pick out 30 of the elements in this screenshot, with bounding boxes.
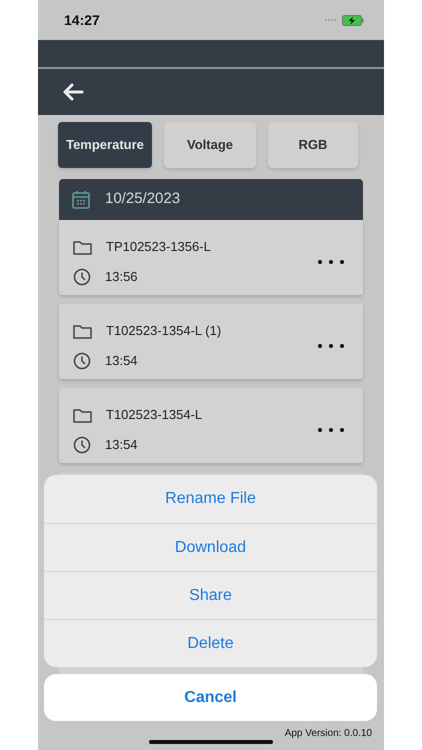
clock-icon xyxy=(73,268,91,286)
folder-icon xyxy=(73,406,92,424)
action-button[interactable]: Share xyxy=(44,571,377,619)
app-version: App Version: 0.0.10 xyxy=(284,727,372,741)
cancel-button[interactable]: Cancel xyxy=(44,674,377,721)
back-button[interactable] xyxy=(62,83,84,101)
back-icon xyxy=(62,83,84,101)
clock-icon xyxy=(73,436,91,454)
calendar-icon xyxy=(71,190,91,210)
signal-icon xyxy=(324,18,338,22)
more-icon xyxy=(317,259,345,265)
status-time: 14:27 xyxy=(64,10,100,30)
action-button[interactable]: Rename File xyxy=(44,475,377,523)
file-name: T102523-1354-L xyxy=(106,406,202,424)
action-button[interactable]: Delete xyxy=(44,619,377,667)
date-text: 10/25/2023 xyxy=(105,189,180,210)
file-time: 13:56 xyxy=(105,268,138,286)
folder-icon xyxy=(73,238,92,256)
tab[interactable]: RGB xyxy=(268,122,358,168)
tab[interactable]: Temperature xyxy=(58,122,152,168)
file-time: 13:54 xyxy=(105,352,138,370)
clock-icon xyxy=(73,352,91,370)
more-icon xyxy=(317,343,345,349)
action-button[interactable]: Download xyxy=(44,523,377,571)
file-name: T102523-1354-L (1) xyxy=(106,322,222,340)
more-icon xyxy=(317,427,345,433)
file-time: 13:54 xyxy=(105,436,138,454)
tab[interactable]: Voltage xyxy=(164,122,256,168)
file-name: TP102523-1356-L xyxy=(106,238,211,256)
folder-icon xyxy=(73,322,92,340)
